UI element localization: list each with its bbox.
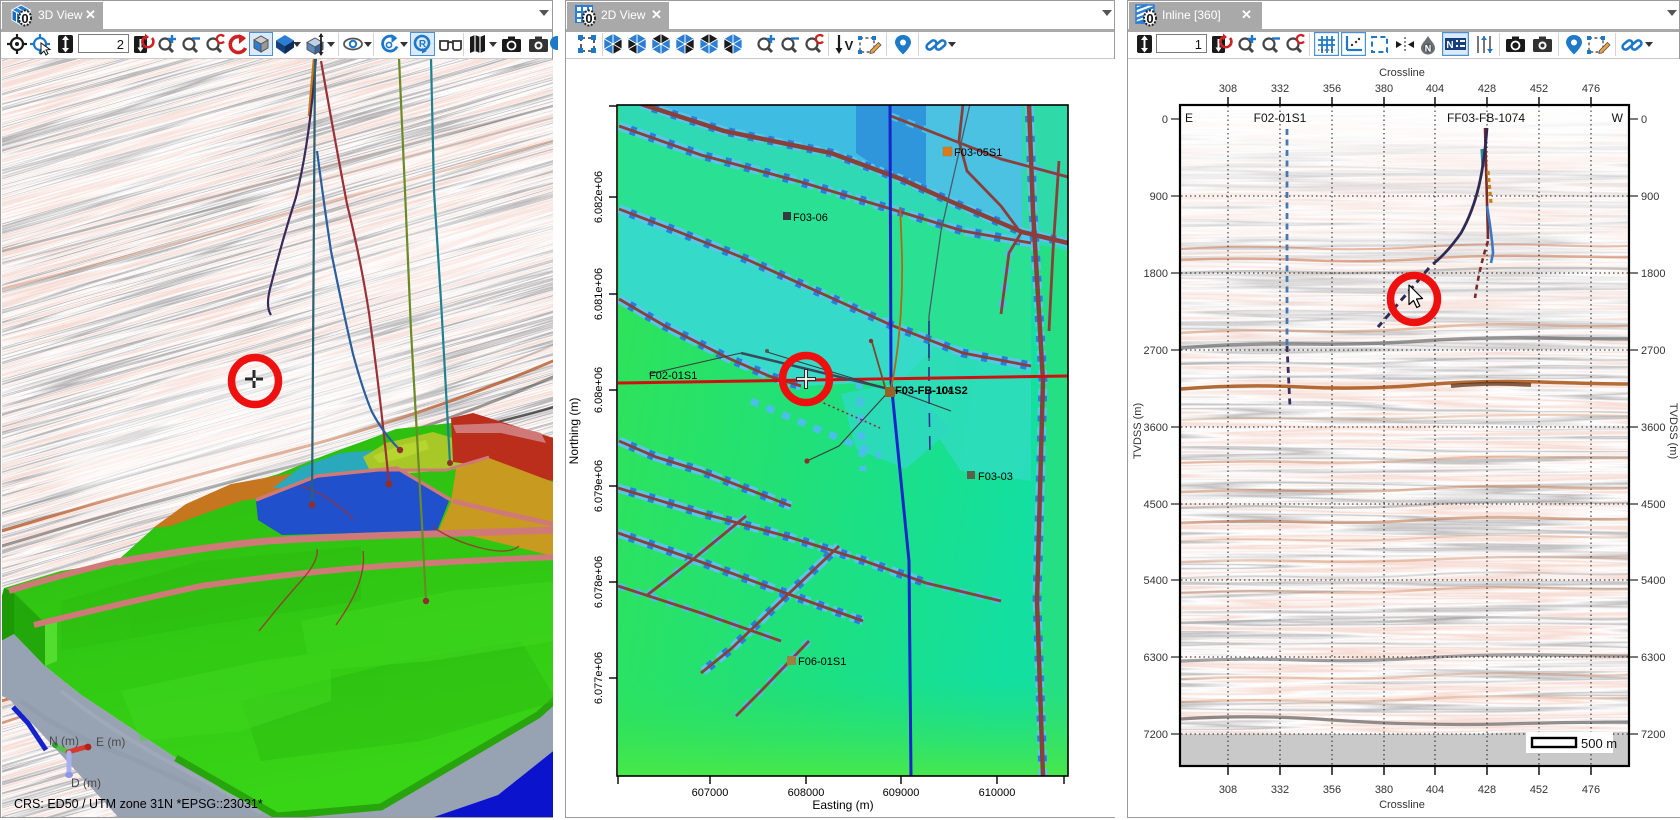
svg-text:7200: 7200 [1641,729,1665,741]
svg-text:FF03-FB-1074: FF03-FB-1074 [1447,111,1525,125]
svg-text:F02-01S1: F02-01S1 [649,370,697,382]
svg-text:6.08e+06: 6.08e+06 [593,367,605,413]
svg-text:356: 356 [1323,83,1341,95]
svg-text:N: N [1446,40,1453,51]
svg-text:428: 428 [1478,83,1496,95]
svg-text:7200: 7200 [1144,729,1168,741]
svg-text:N (m): N (m) [49,734,79,748]
svg-text:5400: 5400 [1641,575,1665,587]
svg-text:5400: 5400 [1144,575,1168,587]
svg-text:380: 380 [1375,83,1393,95]
svg-text:F03-05S1: F03-05S1 [954,147,1002,159]
svg-text:F03-FB-104: F03-FB-104 [895,385,954,397]
svg-text:1800: 1800 [1144,268,1168,280]
svg-text:E (m): E (m) [96,735,125,749]
svg-text:2700: 2700 [1144,345,1168,357]
svg-text:TVDSS (m): TVDSS (m) [1132,403,1144,459]
svg-text:0: 0 [1162,114,1168,126]
svg-text:900: 900 [1641,191,1659,203]
svg-text:D (m): D (m) [71,776,101,790]
svg-text:N: N [1425,44,1432,54]
svg-text:452: 452 [1530,784,1548,796]
svg-text:332: 332 [1271,83,1289,95]
svg-text:1800: 1800 [1641,268,1665,280]
svg-text:332: 332 [1271,784,1289,796]
svg-text:0: 0 [1641,114,1647,126]
svg-text:500 m: 500 m [1581,736,1617,751]
svg-text:404: 404 [1426,784,1444,796]
svg-text:0: 0 [585,11,592,26]
svg-text:0: 0 [21,11,28,26]
svg-text:Easting (m): Easting (m) [812,798,873,812]
svg-text:6.082e+06: 6.082e+06 [593,171,605,223]
svg-text:V: V [845,38,854,53]
svg-text:4500: 4500 [1144,499,1168,511]
svg-text:3600: 3600 [1144,422,1168,434]
svg-text:380: 380 [1375,784,1393,796]
svg-text:404: 404 [1426,83,1444,95]
svg-text:308: 308 [1219,784,1237,796]
svg-text:F06-01S1: F06-01S1 [798,656,846,668]
svg-text:6.079e+06: 6.079e+06 [593,460,605,512]
svg-text:609000: 609000 [883,787,920,799]
svg-text:CRS: ED50 / UTM zone 31N *EPSG: CRS: ED50 / UTM zone 31N *EPSG::23031* [14,797,263,811]
svg-text:Northing (m): Northing (m) [567,398,581,465]
svg-text:6.077e+06: 6.077e+06 [593,652,605,704]
svg-text:6.081e+06: 6.081e+06 [593,268,605,320]
svg-text:607000: 607000 [692,787,729,799]
svg-text:452: 452 [1530,83,1548,95]
svg-text:6.078e+06: 6.078e+06 [593,556,605,608]
svg-text:308: 308 [1219,83,1237,95]
svg-text:428: 428 [1478,784,1496,796]
svg-text:0: 0 [1146,11,1153,26]
svg-text:6300: 6300 [1144,652,1168,664]
svg-text:6300: 6300 [1641,652,1665,664]
svg-text:Crossline: Crossline [1379,799,1425,811]
svg-text:TVDSS (m): TVDSS (m) [1667,403,1679,459]
svg-text:356: 356 [1323,784,1341,796]
svg-text:900: 900 [1150,191,1168,203]
svg-text:F02-01S1: F02-01S1 [1254,111,1307,125]
svg-text:F03-06: F03-06 [793,212,828,224]
svg-text:3600: 3600 [1641,422,1665,434]
svg-text:R: R [419,39,427,50]
svg-text:610000: 610000 [979,787,1016,799]
svg-text:4500: 4500 [1641,499,1665,511]
svg-text:Crossline: Crossline [1379,67,1425,79]
svg-text:476: 476 [1582,784,1600,796]
svg-text:476: 476 [1582,83,1600,95]
svg-text:W: W [1612,111,1624,125]
svg-text:F03-03: F03-03 [978,471,1013,483]
svg-text:E: E [1185,111,1193,125]
svg-text:2700: 2700 [1641,345,1665,357]
